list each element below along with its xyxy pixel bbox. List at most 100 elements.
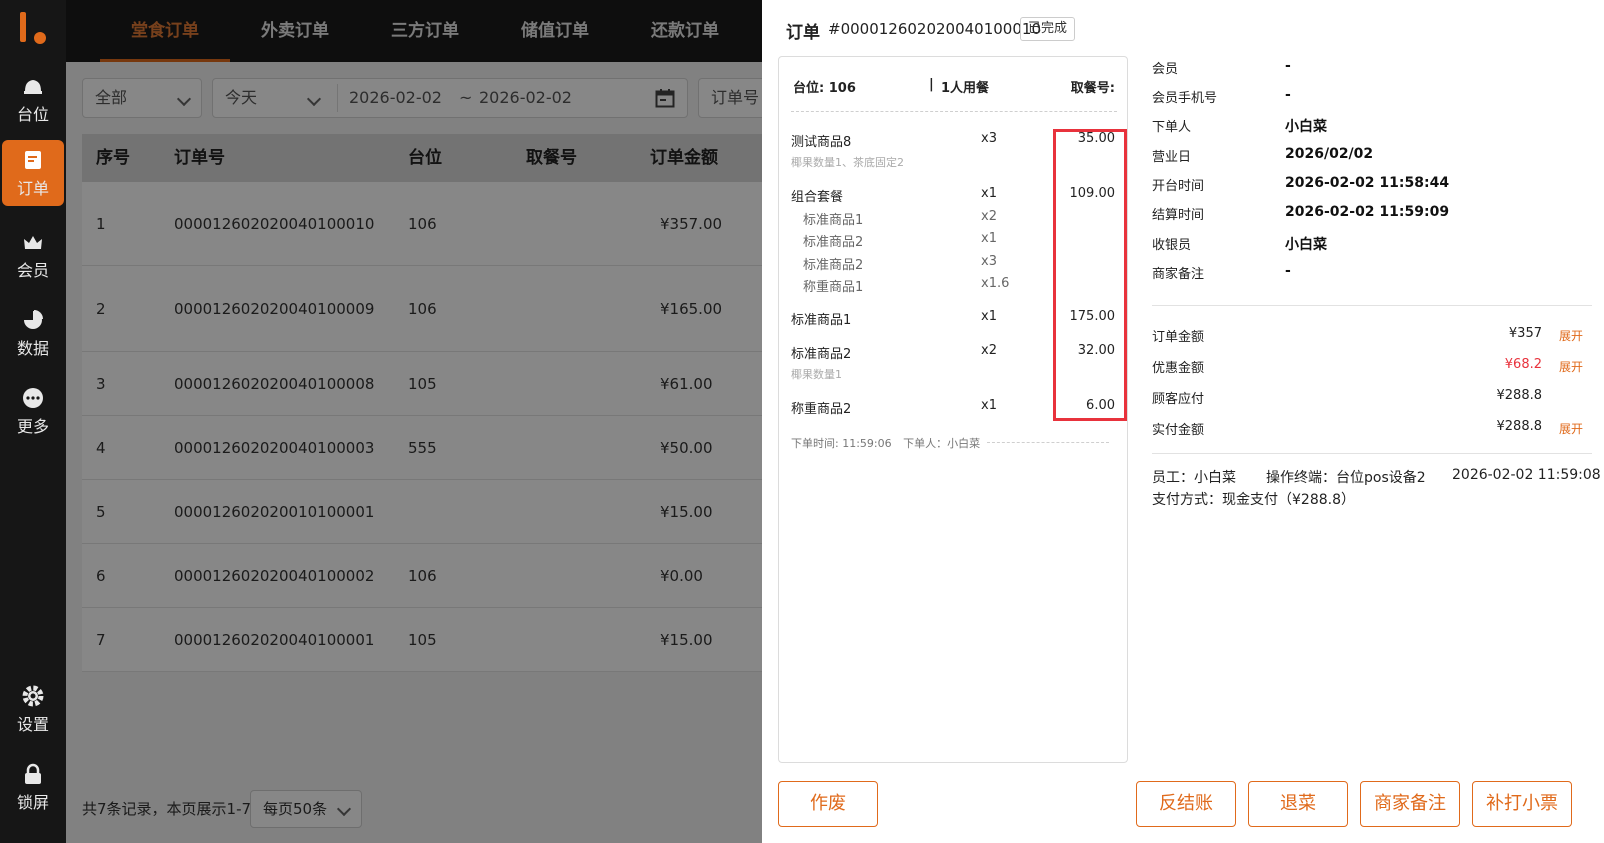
status-badge: 已完成 (1020, 17, 1076, 41)
info-value-open-time: 2026-02-02 11:58:44 (1285, 175, 1450, 191)
sidebar-item-label: 会员 (16, 261, 49, 280)
receipt-item-note: 椰果数量1、茶底固定2 (791, 156, 904, 169)
tab-label: 三方订单 (391, 21, 459, 41)
info-label-open-time: 开台时间 (1152, 179, 1205, 194)
sidebar-item-label: 订单 (16, 179, 49, 198)
merchant-note-button[interactable]: 商家备注 (1360, 781, 1460, 827)
sidebar-item-lock[interactable]: 锁屏 (0, 754, 66, 820)
document-icon (25, 151, 41, 169)
price-column-highlight (1053, 129, 1127, 421)
info-value-business-day: 2026/02/02 (1285, 146, 1374, 162)
receipt-item-qty: x1 (981, 309, 997, 324)
receipt-subitem-name: 称重商品1 (803, 280, 864, 295)
amount-label-discount: 优惠金额 (1152, 361, 1205, 376)
amount-label-order: 订单金额 (1152, 330, 1205, 345)
info-value-orderer: 小白菜 (1285, 119, 1327, 135)
chevron-down-icon (336, 801, 352, 817)
row-table: 106 (408, 567, 437, 585)
reverse-checkout-button[interactable]: 反结账 (1136, 781, 1236, 827)
receipt-subitem-name: 标准商品2 (803, 235, 864, 250)
receipt-item-qty: x2 (981, 343, 997, 358)
order-list-panel: 全部 今天 2026-02-02 ~ 2026-02-02 订单号 序号 订单号… (66, 62, 808, 843)
sidebar-item-members[interactable]: 会员 (0, 222, 66, 288)
table-row[interactable]: 3 000012602020040100008 105 ¥61.00 (82, 352, 762, 416)
amount-label-paid: 实付金额 (1152, 423, 1205, 438)
row-table: 106 (408, 300, 437, 318)
row-amount: ¥165.00 (660, 300, 723, 318)
info-label-settle-time: 结算时间 (1152, 208, 1205, 223)
order-detail-drawer: 订单 #000012602020040100010 已完成 台位: 106 | … (762, 0, 1604, 843)
row-amount: ¥15.00 (660, 631, 713, 649)
void-button[interactable]: 作废 (778, 781, 878, 827)
info-label-orderer: 下单人 (1152, 120, 1192, 135)
expand-order-amount-link[interactable]: 展开 (1559, 327, 1583, 344)
date-from[interactable]: 2026-02-02 (349, 79, 442, 117)
info-label-merchant-note: 商家备注 (1152, 267, 1205, 282)
amount-value-paid: ¥288.8 (1496, 419, 1543, 434)
tab-label: 堂食订单 (131, 21, 199, 41)
row-order-no: 000012602020040100001 (174, 631, 375, 649)
lock-icon (25, 763, 41, 784)
return-dish-button[interactable]: 退菜 (1248, 781, 1348, 827)
expand-discount-link[interactable]: 展开 (1559, 358, 1583, 375)
row-order-no: 000012602020040100008 (174, 375, 375, 393)
expand-paid-link[interactable]: 展开 (1559, 420, 1583, 437)
receipt-item-name: 标准商品2 (791, 347, 852, 362)
meta-payment: 支付方式：现金支付（¥288.8） (1152, 492, 1355, 508)
receipt-separator: | (929, 77, 934, 92)
table-row[interactable]: 2 000012602020040100009 106 ¥165.00 (82, 266, 762, 352)
table-row[interactable]: 6 000012602020040100002 106 ¥0.00 (82, 544, 762, 608)
date-to[interactable]: 2026-02-02 (479, 79, 572, 117)
tab-label: 储值订单 (521, 21, 589, 41)
sidebar-item-settings[interactable]: 设置 (0, 676, 66, 742)
sidebar-item-label: 台位 (16, 105, 49, 124)
amount-value-order: ¥357 (1508, 326, 1542, 341)
info-label-member-phone: 会员手机号 (1152, 91, 1218, 106)
sidebar-item-orders[interactable]: 订单 (2, 140, 64, 206)
row-index: 7 (96, 631, 106, 649)
info-value-member-phone: - (1285, 87, 1291, 103)
row-amount: ¥61.00 (660, 375, 713, 393)
sidebar-item-more[interactable]: 更多 (0, 378, 66, 444)
sidebar: 台位 订单 会员 数据 更多 设置 锁屏 (0, 0, 66, 843)
table-row[interactable]: 7 000012602020040100001 105 ¥15.00 (82, 608, 762, 672)
receipt-subitem-name: 标准商品2 (803, 258, 864, 273)
tab-takeout[interactable]: 外卖订单 (230, 0, 360, 62)
date-separator: ~ (459, 88, 473, 107)
tab-dine-in[interactable]: 堂食订单 (100, 0, 230, 62)
sidebar-item-data[interactable]: 数据 (0, 300, 66, 366)
sidebar-item-label: 数据 (16, 339, 49, 358)
calendar-icon[interactable] (655, 88, 675, 108)
row-order-no: 000012602020040100002 (174, 567, 375, 585)
row-amount: ¥357.00 (660, 215, 723, 233)
table-row[interactable]: 4 000012602020040100003 555 ¥50.00 (82, 416, 762, 480)
receipt-order-time: 下单时间: 11:59:06 (791, 437, 892, 450)
reprint-receipt-button[interactable]: 补打小票 (1472, 781, 1572, 827)
dashed-divider (987, 442, 1109, 443)
tab-third-party[interactable]: 三方订单 (360, 0, 490, 62)
info-value-merchant-note: - (1285, 263, 1291, 279)
chevron-down-icon (306, 91, 322, 107)
receipt-people: 1人用餐 (941, 81, 990, 96)
tab-repayment[interactable]: 还款订单 (620, 0, 750, 62)
row-order-no: 000012602020040100009 (174, 300, 375, 318)
row-order-no: 000012602020040100010 (174, 215, 375, 233)
order-type-tabs: 堂食订单 外卖订单 三方订单 储值订单 还款订单 (66, 0, 762, 62)
tab-stored-value[interactable]: 储值订单 (490, 0, 620, 62)
row-index: 3 (96, 375, 106, 393)
date-range-filter[interactable]: 今天 2026-02-02 ~ 2026-02-02 (212, 78, 688, 118)
row-table: 105 (408, 631, 437, 649)
row-table: 555 (408, 439, 437, 457)
page-size-select[interactable]: 每页50条 (250, 790, 362, 828)
table-row[interactable]: 1 000012602020040100010 106 ¥357.00 (82, 182, 762, 266)
info-label-cashier: 收银员 (1152, 238, 1192, 253)
meta-staff: 员工：小白菜 (1152, 470, 1236, 486)
sidebar-item-tables[interactable]: 台位 (0, 66, 66, 132)
table-row[interactable]: 5 000012602020010100001 ¥15.00 (82, 480, 762, 544)
pie-chart-icon (24, 310, 43, 329)
status-select[interactable]: 全部 (82, 78, 202, 118)
amount-value-payable: ¥288.8 (1496, 388, 1543, 403)
info-value-member: - (1285, 58, 1291, 74)
row-index: 2 (96, 300, 106, 318)
tab-label: 外卖订单 (261, 21, 329, 41)
